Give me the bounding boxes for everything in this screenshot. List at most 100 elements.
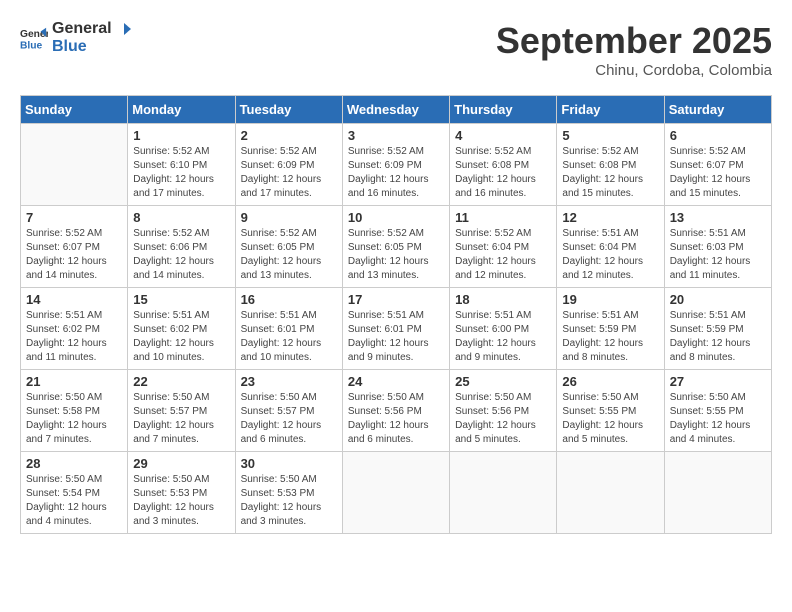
- location-subtitle: Chinu, Cordoba, Colombia: [496, 62, 772, 79]
- calendar-cell: 6Sunrise: 5:52 AMSunset: 6:07 PMDaylight…: [664, 124, 771, 206]
- logo-icon: General Blue: [20, 24, 48, 52]
- title-block: September 2025 Chinu, Cordoba, Colombia: [496, 20, 772, 79]
- day-info: Sunrise: 5:50 AMSunset: 5:56 PMDaylight:…: [455, 391, 551, 447]
- calendar-cell: 3 Sunrise: 5:52 AMSunset: 6:09 PMDaylight…: [342, 124, 449, 206]
- day-info: Sunrise: 5:51 AMSunset: 6:01 PMDaylight:…: [241, 309, 337, 365]
- calendar-cell: 16 Sunrise: 5:51 AMSunset: 6:01 PMDayligh…: [235, 288, 342, 370]
- day-number: 9: [241, 210, 337, 225]
- calendar-cell: [342, 452, 449, 534]
- logo-general: General: [52, 20, 112, 38]
- day-info: Sunrise: 5:52 AMSunset: 6:10 PMDaylight:…: [133, 145, 229, 201]
- day-info: Sunrise: 5:52 AMSunset: 6:09 PMDaylight:…: [348, 145, 444, 201]
- day-number: 3: [348, 128, 444, 143]
- day-number: 11: [455, 210, 551, 225]
- calendar-cell: 23 Sunrise: 5:50 AMSunset: 5:57 PMDayligh…: [235, 370, 342, 452]
- week-row-1: 1 Sunrise: 5:52 AMSunset: 6:10 PMDaylight…: [21, 124, 772, 206]
- day-number: 30: [241, 456, 337, 471]
- calendar-cell: 26Sunrise: 5:50 AMSunset: 5:55 PMDayligh…: [557, 370, 664, 452]
- day-info: Sunrise: 5:52 AMSunset: 6:08 PMDaylight:…: [455, 145, 551, 201]
- calendar-cell: 21 Sunrise: 5:50 AMSunset: 5:58 PMDayligh…: [21, 370, 128, 452]
- calendar-cell: 20 Sunrise: 5:51 AMSunset: 5:59 PMDayligh…: [664, 288, 771, 370]
- weekday-header-wednesday: Wednesday: [342, 96, 449, 124]
- weekday-header-monday: Monday: [128, 96, 235, 124]
- week-row-4: 21 Sunrise: 5:50 AMSunset: 5:58 PMDayligh…: [21, 370, 772, 452]
- calendar-cell: [450, 452, 557, 534]
- day-number: 29: [133, 456, 229, 471]
- day-number: 6: [670, 128, 766, 143]
- day-info: Sunrise: 5:50 AMSunset: 5:53 PMDaylight:…: [133, 473, 229, 529]
- day-info: Sunrise: 5:50 AMSunset: 5:55 PMDaylight:…: [670, 391, 766, 447]
- day-number: 1: [133, 128, 229, 143]
- day-number: 14: [26, 292, 122, 307]
- day-number: 15: [133, 292, 229, 307]
- calendar-cell: 27 Sunrise: 5:50 AMSunset: 5:55 PMDayligh…: [664, 370, 771, 452]
- day-number: 18: [455, 292, 551, 307]
- day-info: Sunrise: 5:50 AMSunset: 5:58 PMDaylight:…: [26, 391, 122, 447]
- day-number: 24: [348, 374, 444, 389]
- day-info: Sunrise: 5:52 AMSunset: 6:07 PMDaylight:…: [26, 227, 122, 283]
- day-number: 21: [26, 374, 122, 389]
- day-info: Sunrise: 5:50 AMSunset: 5:57 PMDaylight:…: [241, 391, 337, 447]
- calendar-cell: 19Sunrise: 5:51 AMSunset: 5:59 PMDayligh…: [557, 288, 664, 370]
- day-info: Sunrise: 5:51 AMSunset: 5:59 PMDaylight:…: [670, 309, 766, 365]
- day-info: Sunrise: 5:51 AMSunset: 6:00 PMDaylight:…: [455, 309, 551, 365]
- day-number: 25: [455, 374, 551, 389]
- day-number: 22: [133, 374, 229, 389]
- calendar-cell: 2 Sunrise: 5:52 AMSunset: 6:09 PMDaylight…: [235, 124, 342, 206]
- day-number: 7: [26, 210, 122, 225]
- calendar-cell: [664, 452, 771, 534]
- month-title: September 2025: [496, 20, 772, 62]
- calendar-cell: 4 Sunrise: 5:52 AMSunset: 6:08 PMDaylight…: [450, 124, 557, 206]
- day-info: Sunrise: 5:50 AMSunset: 5:57 PMDaylight:…: [133, 391, 229, 447]
- weekday-header-thursday: Thursday: [450, 96, 557, 124]
- day-number: 5: [562, 128, 658, 143]
- calendar-cell: 28 Sunrise: 5:50 AMSunset: 5:54 PMDayligh…: [21, 452, 128, 534]
- calendar-cell: 9Sunrise: 5:52 AMSunset: 6:05 PMDaylight…: [235, 206, 342, 288]
- weekday-header-row: SundayMondayTuesdayWednesdayThursdayFrid…: [21, 96, 772, 124]
- logo-blue: Blue: [52, 38, 87, 55]
- weekday-header-friday: Friday: [557, 96, 664, 124]
- calendar-cell: 5 Sunrise: 5:52 AMSunset: 6:08 PMDaylight…: [557, 124, 664, 206]
- day-info: Sunrise: 5:52 AMSunset: 6:09 PMDaylight:…: [241, 145, 337, 201]
- calendar-table: SundayMondayTuesdayWednesdayThursdayFrid…: [20, 95, 772, 534]
- week-row-2: 7 Sunrise: 5:52 AMSunset: 6:07 PMDaylight…: [21, 206, 772, 288]
- day-number: 13: [670, 210, 766, 225]
- day-number: 4: [455, 128, 551, 143]
- day-info: Sunrise: 5:51 AMSunset: 5:59 PMDaylight:…: [562, 309, 658, 365]
- day-info: Sunrise: 5:52 AMSunset: 6:04 PMDaylight:…: [455, 227, 551, 283]
- calendar-cell: 7 Sunrise: 5:52 AMSunset: 6:07 PMDaylight…: [21, 206, 128, 288]
- day-number: 10: [348, 210, 444, 225]
- day-number: 27: [670, 374, 766, 389]
- day-number: 28: [26, 456, 122, 471]
- calendar-cell: 18 Sunrise: 5:51 AMSunset: 6:00 PMDayligh…: [450, 288, 557, 370]
- logo: General Blue General Blue: [20, 20, 132, 56]
- calendar-cell: 24 Sunrise: 5:50 AMSunset: 5:56 PMDayligh…: [342, 370, 449, 452]
- calendar-cell: [557, 452, 664, 534]
- calendar-cell: 25 Sunrise: 5:50 AMSunset: 5:56 PMDayligh…: [450, 370, 557, 452]
- day-number: 2: [241, 128, 337, 143]
- calendar-cell: 11 Sunrise: 5:52 AMSunset: 6:04 PMDayligh…: [450, 206, 557, 288]
- weekday-header-sunday: Sunday: [21, 96, 128, 124]
- weekday-header-saturday: Saturday: [664, 96, 771, 124]
- day-info: Sunrise: 5:52 AMSunset: 6:08 PMDaylight:…: [562, 145, 658, 201]
- calendar-cell: 15Sunrise: 5:51 AMSunset: 6:02 PMDayligh…: [128, 288, 235, 370]
- calendar-cell: 14 Sunrise: 5:51 AMSunset: 6:02 PMDayligh…: [21, 288, 128, 370]
- day-number: 16: [241, 292, 337, 307]
- calendar-cell: 13 Sunrise: 5:51 AMSunset: 6:03 PMDayligh…: [664, 206, 771, 288]
- day-number: 20: [670, 292, 766, 307]
- calendar-cell: 1 Sunrise: 5:52 AMSunset: 6:10 PMDaylight…: [128, 124, 235, 206]
- day-info: Sunrise: 5:50 AMSunset: 5:54 PMDaylight:…: [26, 473, 122, 529]
- day-info: Sunrise: 5:50 AMSunset: 5:53 PMDaylight:…: [241, 473, 337, 529]
- week-row-3: 14 Sunrise: 5:51 AMSunset: 6:02 PMDayligh…: [21, 288, 772, 370]
- calendar-cell: 12Sunrise: 5:51 AMSunset: 6:04 PMDayligh…: [557, 206, 664, 288]
- day-info: Sunrise: 5:50 AMSunset: 5:56 PMDaylight:…: [348, 391, 444, 447]
- calendar-cell: [21, 124, 128, 206]
- calendar-cell: 22 Sunrise: 5:50 AMSunset: 5:57 PMDayligh…: [128, 370, 235, 452]
- day-info: Sunrise: 5:51 AMSunset: 6:03 PMDaylight:…: [670, 227, 766, 283]
- day-number: 23: [241, 374, 337, 389]
- weekday-header-tuesday: Tuesday: [235, 96, 342, 124]
- calendar-cell: 10Sunrise: 5:52 AMSunset: 6:05 PMDayligh…: [342, 206, 449, 288]
- day-info: Sunrise: 5:51 AMSunset: 6:02 PMDaylight:…: [26, 309, 122, 365]
- page-header: General Blue General Blue September 2025…: [20, 20, 772, 79]
- svg-text:Blue: Blue: [20, 40, 43, 51]
